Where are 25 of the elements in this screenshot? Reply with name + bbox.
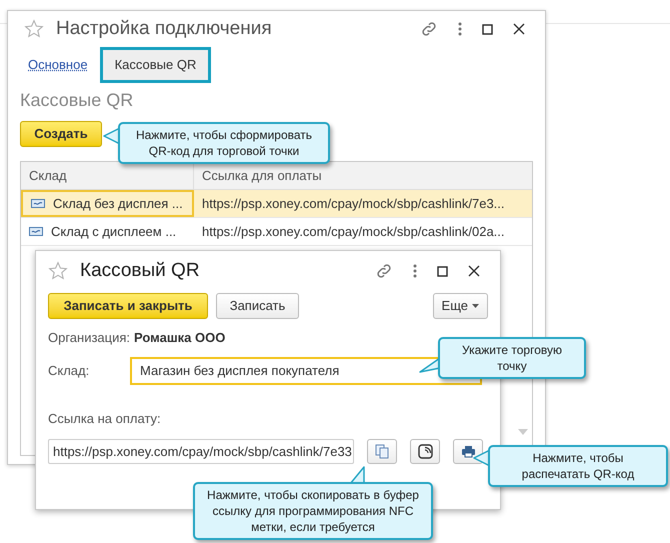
hint-callout: Укажите торговую точку: [438, 337, 586, 379]
organization-label: Организация:: [48, 329, 130, 347]
window-title: Настройка подключения: [56, 16, 272, 41]
save-button[interactable]: Записать: [216, 293, 299, 319]
hint-callout: Нажмите, чтобы распечатать QR-код: [488, 445, 668, 487]
more-menu-button[interactable]: Еще: [432, 293, 488, 319]
hint-callout: Нажмите, чтобы сформировать QR-код для торговой точки: [118, 122, 330, 164]
warehouse-label: Склад:: [48, 362, 90, 380]
organization-value: Ромашка ООО: [134, 329, 226, 347]
column-header[interactable]: Ссылка для оплаты: [194, 162, 532, 189]
dialog-title: Кассовый QR: [80, 258, 200, 283]
payment-link-field[interactable]: https://psp.xoney.com/cpay/mock/sbp/cashlink/7e33: [48, 439, 354, 464]
table-cell-text: https://psp.xoney.com/cpay/mock/sbp/cashlink/7e3...: [202, 194, 505, 213]
create-button[interactable]: Создать: [20, 121, 102, 147]
hint-callout: Нажмите, чтобы скопировать в буфер ссылку для программирования NFC метки, если требуется: [193, 482, 433, 540]
payment-link-label: Ссылка на оплату:: [48, 410, 162, 428]
table-cell-text: Склад с дисплеем ...: [51, 222, 176, 241]
table-row[interactable]: Склад без дисплея ... https://psp.xoney.com/cpay/mock/sbp/cashlink/7e3...: [21, 190, 532, 218]
table-cell-text: Склад без дисплея ...: [53, 194, 183, 213]
section-title: Кассовые QR: [20, 89, 134, 111]
tab[interactable]: Основное: [20, 47, 96, 83]
warehouse-field[interactable]: Магазин без дисплея покупателя: [130, 356, 482, 384]
table-cell-text: https://psp.xoney.com/cpay/mock/sbp/cashlink/02a...: [202, 222, 505, 241]
save-button[interactable]: Записать и закрыть: [48, 293, 208, 319]
tab[interactable]: Кассовые QR: [100, 47, 212, 83]
